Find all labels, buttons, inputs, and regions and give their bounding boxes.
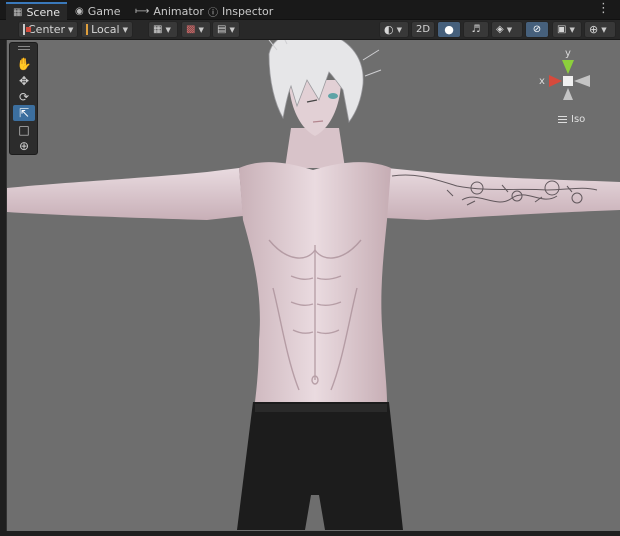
align-dropdown[interactable]: ▤ ▼ xyxy=(212,21,240,38)
scale-tool-icon[interactable]: ⇱ xyxy=(13,105,35,121)
projection-toggle[interactable]: Iso xyxy=(558,114,585,125)
eye-slash-icon: ⊘ xyxy=(532,24,542,35)
tab-inspector-label: Inspector xyxy=(222,4,274,18)
tab-scene[interactable]: ▦ Scene xyxy=(6,2,67,20)
pivot-mode-label: Center xyxy=(28,23,66,36)
shading-mode-icon: ◐ xyxy=(384,23,394,36)
chevron-down-icon: ▼ xyxy=(198,25,204,34)
info-icon: ⓘ xyxy=(208,7,218,19)
shorts xyxy=(237,402,403,530)
increment-snap-dropdown[interactable]: ▩ ▼ xyxy=(181,21,211,38)
transform-tool-icon[interactable]: ⊕ xyxy=(13,138,35,154)
tab-inspector[interactable]: ⓘ Inspector xyxy=(201,2,280,20)
pivot-center-icon xyxy=(23,24,31,35)
draw-mode-dropdown[interactable]: ◐ ▼ xyxy=(379,21,409,38)
eye-right xyxy=(328,93,338,99)
pivot-rotation-label: Local xyxy=(91,23,120,36)
gizmo-y-axis[interactable] xyxy=(562,60,574,74)
chevron-down-icon: ▼ xyxy=(165,25,171,34)
cube-icon xyxy=(86,24,89,35)
camera-icon: ▣ xyxy=(557,24,567,35)
scene-viewport[interactable] xyxy=(6,40,620,531)
tab-scene-label: Scene xyxy=(26,5,60,19)
shorts-waistband xyxy=(255,404,387,412)
drag-handle-icon[interactable] xyxy=(18,46,30,50)
globe-gizmo-icon: ⊕ xyxy=(589,23,599,36)
scene-visibility-toggle[interactable]: ⊘ xyxy=(525,21,549,38)
chevron-down-icon: ▼ xyxy=(68,25,74,34)
tab-animator[interactable]: ⟼ Animator xyxy=(128,2,211,20)
chevron-down-icon: ▼ xyxy=(506,25,513,34)
lightbulb-icon: ● xyxy=(444,23,454,36)
left-arm xyxy=(7,168,243,220)
rect-tool-icon[interactable]: □ xyxy=(13,122,35,138)
pivot-rotation-dropdown[interactable]: Local ▼ xyxy=(81,21,133,38)
grid-snap-dropdown[interactable]: ▦ ▼ xyxy=(148,21,178,38)
chevron-down-icon: ▼ xyxy=(122,25,128,34)
chevron-down-icon: ▼ xyxy=(229,25,235,34)
tab-game[interactable]: ◉ Game xyxy=(68,2,127,20)
projection-label: Iso xyxy=(571,114,586,125)
gizmo-neg-y-axis[interactable] xyxy=(563,88,573,100)
chevron-down-icon: ▼ xyxy=(569,25,575,34)
scene-toolbar: Center ▼ Local ▼ ▦ ▼ ▩ ▼ ▤ ▼ ◐ ▼ 2D ● ♬ … xyxy=(0,20,620,40)
lighting-toggle[interactable]: ● xyxy=(437,21,461,38)
grid-icon: ▦ xyxy=(13,6,23,18)
snap-magnet-icon: ▩ xyxy=(186,24,196,35)
gizmos-dropdown[interactable]: ⊕ ▼ xyxy=(584,21,616,38)
chevron-down-icon: ▼ xyxy=(396,25,402,34)
gizmo-x-label: x xyxy=(539,76,545,87)
move-tool-icon[interactable]: ✥ xyxy=(13,73,35,89)
gizmo-neg-x-axis[interactable] xyxy=(574,75,590,87)
toggle-2d-label: 2D xyxy=(415,24,431,35)
grid-snap-icon: ▦ xyxy=(153,24,163,35)
gizmo-x-axis[interactable] xyxy=(549,75,562,87)
hand-tool-icon[interactable]: ✋ xyxy=(13,56,35,72)
gizmo-y-label: y xyxy=(565,48,571,59)
effects-dropdown[interactable]: ◈ ▼ xyxy=(491,21,523,38)
audio-toggle[interactable]: ♬ xyxy=(463,21,489,38)
speaker-icon: ♬ xyxy=(471,24,481,35)
animator-icon: ⟼ xyxy=(135,5,150,17)
window-tab-bar: ▦ Scene ◉ Game ⟼ Animator ⓘ Inspector ⋮ xyxy=(0,0,620,20)
projection-icon xyxy=(558,116,567,123)
camera-settings-dropdown[interactable]: ▣ ▼ xyxy=(552,21,582,38)
character-model xyxy=(7,40,620,530)
more-options-icon[interactable]: ⋮ xyxy=(597,2,610,16)
chevron-down-icon: ▼ xyxy=(601,25,607,34)
tool-palette: ✋ ✥ ⟳ ⇱ □ ⊕ xyxy=(9,42,38,155)
pivot-mode-dropdown[interactable]: Center ▼ xyxy=(18,21,78,38)
align-icon: ▤ xyxy=(217,24,227,35)
layers-icon: ◈ xyxy=(496,24,504,35)
tab-game-label: Game xyxy=(87,4,121,18)
gamepad-icon: ◉ xyxy=(75,5,84,17)
gizmo-center-cube[interactable] xyxy=(563,76,573,86)
toggle-2d-button[interactable]: 2D xyxy=(411,21,435,38)
tab-animator-label: Animator xyxy=(153,4,204,18)
rotate-tool-icon[interactable]: ⟳ xyxy=(13,89,35,105)
